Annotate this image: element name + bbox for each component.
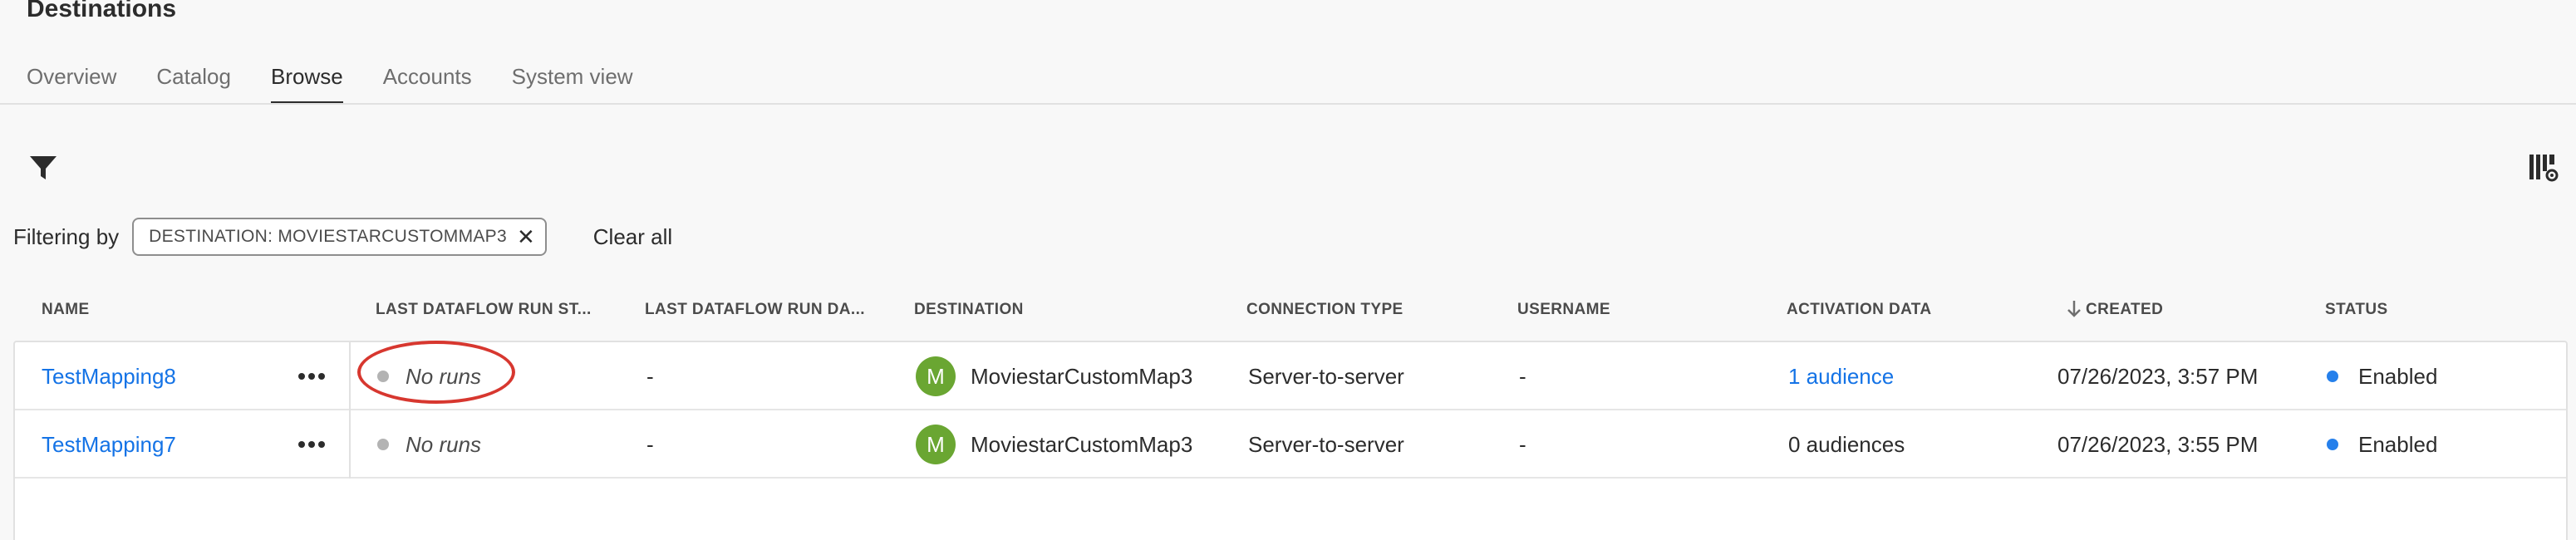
tab-browse[interactable]: Browse <box>270 58 343 105</box>
filtering-by-label: Filtering by <box>13 223 120 249</box>
status-text: Enabled <box>2358 431 2438 457</box>
annotation-highlight-ring <box>357 341 515 404</box>
column-settings-button[interactable] <box>2526 151 2559 184</box>
created-cell: 07/26/2023, 3:57 PM <box>2057 363 2259 389</box>
table-header: NAME LAST DATAFLOW RUN ST... LAST DATAFL… <box>13 296 2568 329</box>
column-header-name[interactable]: NAME <box>42 301 90 319</box>
frozen-column-divider <box>349 342 351 479</box>
activation-data-text: 0 audiences <box>1788 431 1905 457</box>
tabs-divider <box>0 103 2576 105</box>
page-title: Destinations <box>27 0 177 22</box>
column-header-created[interactable]: CREATED <box>2086 301 2163 319</box>
column-header-run-date[interactable]: LAST DATAFLOW RUN DA... <box>645 301 865 319</box>
table-row[interactable]: TestMapping7 No runs - M MoviestarCustom… <box>15 410 2566 479</box>
close-icon[interactable]: ✕ <box>517 226 535 248</box>
clear-all-button[interactable]: Clear all <box>593 224 672 250</box>
column-header-status[interactable]: STATUS <box>2325 301 2388 319</box>
more-actions-button[interactable] <box>297 410 326 479</box>
tab-overview[interactable]: Overview <box>27 58 116 105</box>
run-date-cell: - <box>646 431 654 457</box>
activation-data-link[interactable]: 1 audience <box>1788 342 1894 410</box>
destination-avatar: M <box>916 425 956 464</box>
destination-avatar: M <box>916 356 956 396</box>
run-date-cell: - <box>646 363 654 389</box>
more-icon <box>298 373 325 380</box>
run-status-cell: No runs <box>377 410 481 479</box>
sort-descending-icon[interactable] <box>2066 299 2082 319</box>
connection-type-cell: Server-to-server <box>1248 431 1404 457</box>
tab-accounts[interactable]: Accounts <box>383 58 472 105</box>
filter-chip-label: DESTINATION: MOVIESTARCUSTOMMAP3 <box>149 227 507 246</box>
destination-name: MoviestarCustomMap3 <box>971 363 1193 389</box>
run-status-text: No runs <box>406 431 482 457</box>
column-header-username[interactable]: USERNAME <box>1517 301 1610 319</box>
username-cell: - <box>1519 363 1526 389</box>
tab-catalog[interactable]: Catalog <box>156 58 231 105</box>
status-enabled-dot-icon <box>2327 439 2338 450</box>
funnel-icon <box>30 156 57 179</box>
more-actions-button[interactable] <box>297 342 326 410</box>
column-settings-icon <box>2529 155 2559 182</box>
filter-chip[interactable]: DESTINATION: MOVIESTARCUSTOMMAP3 ✕ <box>132 218 547 256</box>
filter-button[interactable] <box>27 151 60 184</box>
destination-cell: M MoviestarCustomMap3 <box>916 342 1192 410</box>
column-header-activation-data[interactable]: ACTIVATION DATA <box>1787 301 1932 319</box>
row-name-link[interactable]: TestMapping8 <box>42 342 176 410</box>
column-header-run-status[interactable]: LAST DATAFLOW RUN ST... <box>376 301 592 319</box>
status-text: Enabled <box>2358 363 2438 389</box>
status-cell: Enabled <box>2327 342 2437 410</box>
destination-cell: M MoviestarCustomMap3 <box>916 410 1192 479</box>
destination-name: MoviestarCustomMap3 <box>971 431 1193 457</box>
tab-system-view[interactable]: System view <box>512 58 633 105</box>
column-header-destination[interactable]: DESTINATION <box>914 301 1024 319</box>
status-dot-icon <box>377 439 389 450</box>
created-cell: 07/26/2023, 3:55 PM <box>2057 431 2259 457</box>
status-enabled-dot-icon <box>2327 371 2338 382</box>
column-header-connection-type[interactable]: CONNECTION TYPE <box>1246 301 1404 319</box>
filter-bar: Filtering by DESTINATION: MOVIESTARCUSTO… <box>13 218 672 256</box>
tab-bar: Overview Catalog Browse Accounts System … <box>27 58 673 105</box>
more-icon <box>298 441 325 448</box>
status-cell: Enabled <box>2327 410 2437 479</box>
row-name-link[interactable]: TestMapping7 <box>42 410 176 479</box>
connection-type-cell: Server-to-server <box>1248 363 1404 389</box>
username-cell: - <box>1519 431 1526 457</box>
